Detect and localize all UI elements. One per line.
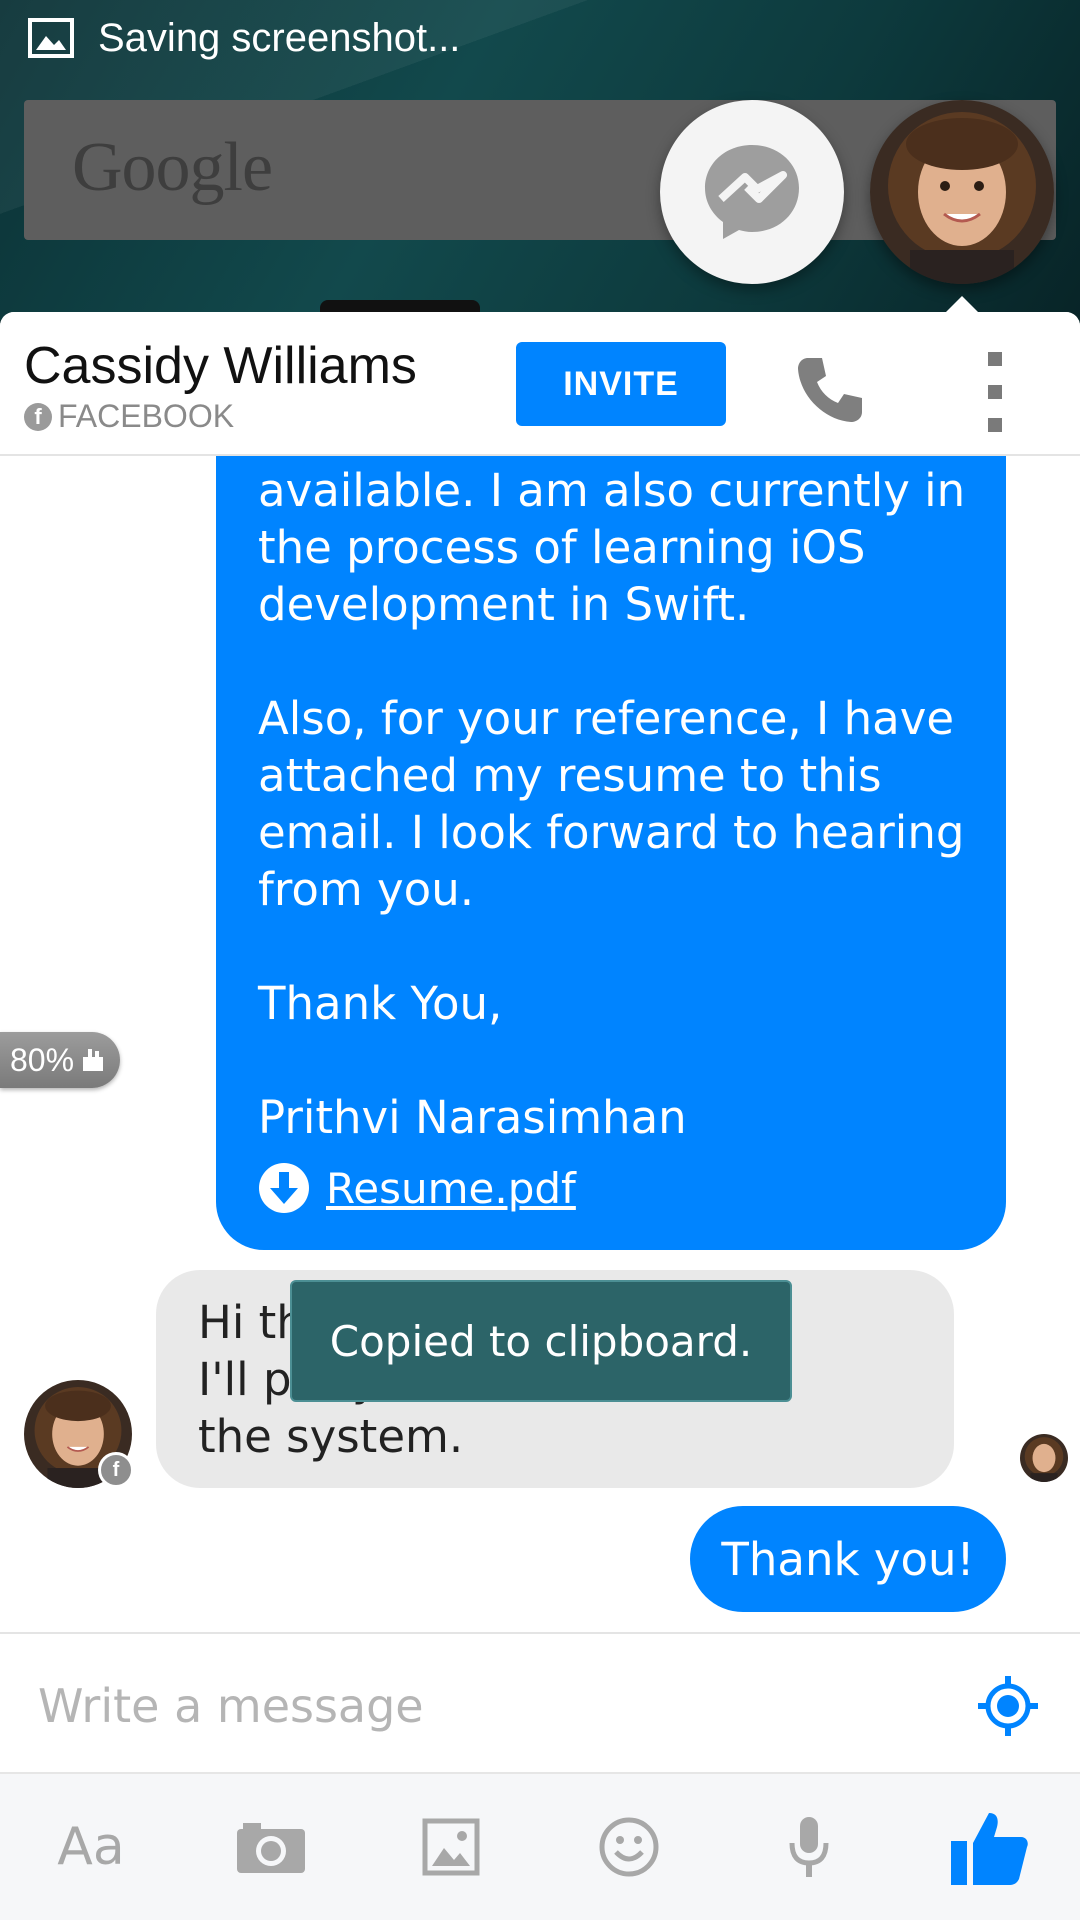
outgoing-message-text: available. I am also currently in the pr… xyxy=(258,464,966,1144)
microphone-icon[interactable] xyxy=(764,1802,854,1892)
attachment[interactable]: Resume.pdf xyxy=(258,1162,576,1214)
conversation-header: Cassidy Williams f FACEBOOK INVITE xyxy=(0,312,1080,456)
microphone-glyph xyxy=(789,1817,829,1877)
toast-notification: Copied to clipboard. xyxy=(290,1280,792,1402)
emoji-glyph xyxy=(599,1817,659,1877)
emoji-icon[interactable] xyxy=(584,1802,674,1892)
download-icon xyxy=(259,1163,309,1213)
invite-button[interactable]: INVITE xyxy=(516,342,726,426)
outgoing-reply-bubble[interactable]: Thank you! xyxy=(690,1506,1006,1612)
facebook-badge-icon: f xyxy=(98,1452,134,1488)
more-dot xyxy=(988,352,1002,366)
contact-chat-head[interactable] xyxy=(870,100,1054,284)
more-dot xyxy=(988,418,1002,432)
notification-text: Saving screenshot... xyxy=(98,15,461,60)
camera-glyph xyxy=(237,1823,305,1873)
battery-icon xyxy=(83,1049,104,1071)
image-icon xyxy=(28,18,74,58)
camera-icon[interactable] xyxy=(226,1802,316,1892)
more-options-button[interactable] xyxy=(980,352,1010,432)
message-input[interactable] xyxy=(36,1670,940,1742)
like-icon[interactable] xyxy=(944,1802,1034,1892)
messenger-icon xyxy=(705,145,799,239)
battery-indicator: 80% xyxy=(0,1032,120,1088)
like-glyph xyxy=(951,1813,1028,1885)
status-notification: Saving screenshot... xyxy=(28,10,460,66)
seen-photo xyxy=(1020,1434,1068,1482)
outgoing-message-bubble[interactable]: available. I am also currently in the pr… xyxy=(216,372,1006,1250)
facebook-icon: f xyxy=(24,402,52,431)
google-logo: Google xyxy=(72,129,273,206)
text-format-label: Aa xyxy=(57,1817,125,1877)
text-format-icon[interactable]: Aa xyxy=(46,1802,136,1892)
attachment-link[interactable]: Resume.pdf xyxy=(326,1164,576,1213)
more-dot xyxy=(988,385,1002,399)
composer-toolbar: Aa xyxy=(0,1772,1080,1920)
location-icon[interactable] xyxy=(976,1674,1040,1738)
phone-icon[interactable] xyxy=(790,350,870,430)
chat-panel: Cassidy Williams f FACEBOOK INVITE avail… xyxy=(0,312,1080,1920)
source-label: FACEBOOK xyxy=(58,398,235,434)
message-composer xyxy=(0,1632,1080,1774)
messenger-chat-head[interactable] xyxy=(660,100,844,284)
gallery-icon[interactable] xyxy=(406,1802,496,1892)
seen-indicator-avatar xyxy=(1020,1434,1068,1482)
battery-label: 80% xyxy=(10,1041,75,1078)
contact-name: Cassidy Williams xyxy=(24,337,417,395)
contact-source: f FACEBOOK xyxy=(24,398,234,435)
gallery-glyph xyxy=(422,1818,480,1876)
contact-photo xyxy=(870,100,1054,284)
